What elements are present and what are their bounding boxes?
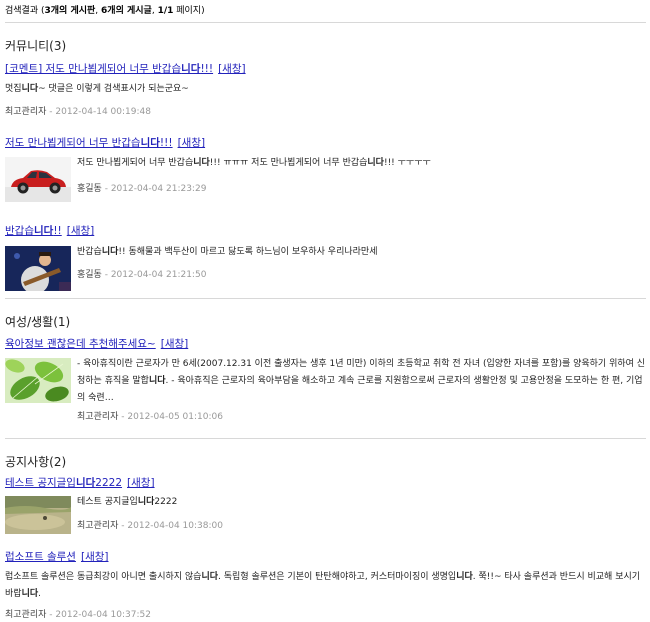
section-title-women-life: 여성/생활(1) <box>5 315 71 329</box>
post-thumbnail-green-leaves[interactable] <box>5 358 71 403</box>
post-thumbnail-field[interactable] <box>5 496 71 534</box>
new-window-link[interactable]: [새창] <box>67 225 95 237</box>
post-date: 2012-04-04 10:37:52 <box>55 610 151 620</box>
post-title-row: 럽소프트 솔루션 [새창] <box>5 549 108 564</box>
summary-page-count: 1/1 <box>157 6 174 16</box>
post-excerpt: 저도 만나뵙게되어 너무 반갑습니다!!! ㅠㅠㅠ 저도 만나뵙게되어 너무 반… <box>77 158 431 168</box>
post-meta: 최고관리자 - 2012-04-04 10:38:00 <box>77 521 223 531</box>
post-meta: 최고관리자 - 2012-04-05 01:10:06 <box>77 412 223 422</box>
post-title-row: 테스트 공지글입니다2222 [새창] <box>5 475 155 490</box>
section-title-notice: 공지사항(2) <box>5 455 67 469</box>
post-author: 최고관리자 <box>5 107 47 117</box>
post-meta: 최고관리자 - 2012-04-14 00:19:48 <box>5 107 151 117</box>
post-date: 2012-04-14 00:19:48 <box>55 107 151 117</box>
post-title-row: 반갑습니다!! [새창] <box>5 223 94 238</box>
divider <box>5 22 646 23</box>
post-title-row: [코멘트] 저도 만나뵙게되어 너무 반갑습니다!!! [새창] <box>5 61 246 76</box>
post-author: 최고관리자 <box>77 412 119 422</box>
new-window-link[interactable]: [새창] <box>218 63 246 75</box>
post-thumbnail-guitarist[interactable] <box>5 246 71 291</box>
post-title-link[interactable]: [코멘트] 저도 만나뵙게되어 너무 반갑습니다!!! <box>5 63 213 75</box>
post-title-row: 저도 만나뵙게되어 너무 반갑습니다!!! [새창] <box>5 135 205 150</box>
post-title-link[interactable]: 저도 만나뵙게되어 너무 반갑습니다!!! <box>5 137 173 149</box>
post-title-link[interactable]: 럽소프트 솔루션 <box>5 551 76 563</box>
new-window-link[interactable]: [새창] <box>127 477 155 489</box>
summary-suffix: 페이지) <box>173 6 205 16</box>
post-excerpt: 반갑습니다!! 동해물과 백두산이 마르고 닳도록 하느님이 보우하사 우리나라… <box>77 247 378 257</box>
section-title-community: 커뮤니티(3) <box>5 39 67 53</box>
post-author: 최고관리자 <box>77 521 119 531</box>
post-meta: 최고관리자 - 2012-04-04 10:37:52 <box>5 610 151 620</box>
post-thumbnail-red-car[interactable] <box>5 157 71 202</box>
new-window-link[interactable]: [새창] <box>161 338 189 350</box>
new-window-link[interactable]: [새창] <box>81 551 109 563</box>
post-author: 홍길동 <box>77 270 102 280</box>
search-summary: 검색결과 (3개의 게시판, 6개의 게시글, 1/1 페이지) <box>5 3 205 16</box>
new-window-link[interactable]: [새창] <box>178 137 206 149</box>
post-excerpt: 럽소프트 솔루션은 동급최강이 아니면 출시하지 않습니다. 독립형 솔루션은 … <box>5 572 641 599</box>
post-author: 최고관리자 <box>5 610 47 620</box>
divider <box>5 298 646 299</box>
divider <box>5 438 646 439</box>
post-title-link[interactable]: 육아정보 괜찮은데 추천해주세요~ <box>5 338 156 350</box>
post-title-link[interactable]: 테스트 공지글입니다2222 <box>5 477 122 489</box>
post-excerpt: - 육아휴직이란 근로자가 만 6세(2007.12.31 이전 출생자는 생후… <box>77 359 646 403</box>
post-title-row: 육아정보 괜찮은데 추천해주세요~ [새창] <box>5 336 188 351</box>
post-meta: 홍길동 - 2012-04-04 21:21:50 <box>77 270 207 280</box>
post-date: 2012-04-04 21:23:29 <box>110 184 207 194</box>
post-date: 2012-04-04 21:21:50 <box>110 270 207 280</box>
post-date: 2012-04-05 01:10:06 <box>127 412 223 422</box>
post-meta: 홍길동 - 2012-04-04 21:23:29 <box>77 184 207 194</box>
summary-post-count: 6개의 게시글 <box>101 6 152 16</box>
summary-prefix: 검색결과 ( <box>5 6 45 16</box>
post-author: 홍길동 <box>77 184 102 194</box>
post-date: 2012-04-04 10:38:00 <box>127 521 223 531</box>
post-excerpt: 멋집니다~ 댓글은 이렇게 검색표시가 되는군요~ <box>5 84 189 94</box>
summary-board-count: 3개의 게시판 <box>44 6 96 16</box>
search-results-page: 검색결과 (3개의 게시판, 6개의 게시글, 1/1 페이지) 커뮤니티(3)… <box>0 0 650 622</box>
post-title-link[interactable]: 반갑습니다!! <box>5 225 62 237</box>
post-excerpt: 테스트 공지글입니다2222 <box>77 497 178 507</box>
